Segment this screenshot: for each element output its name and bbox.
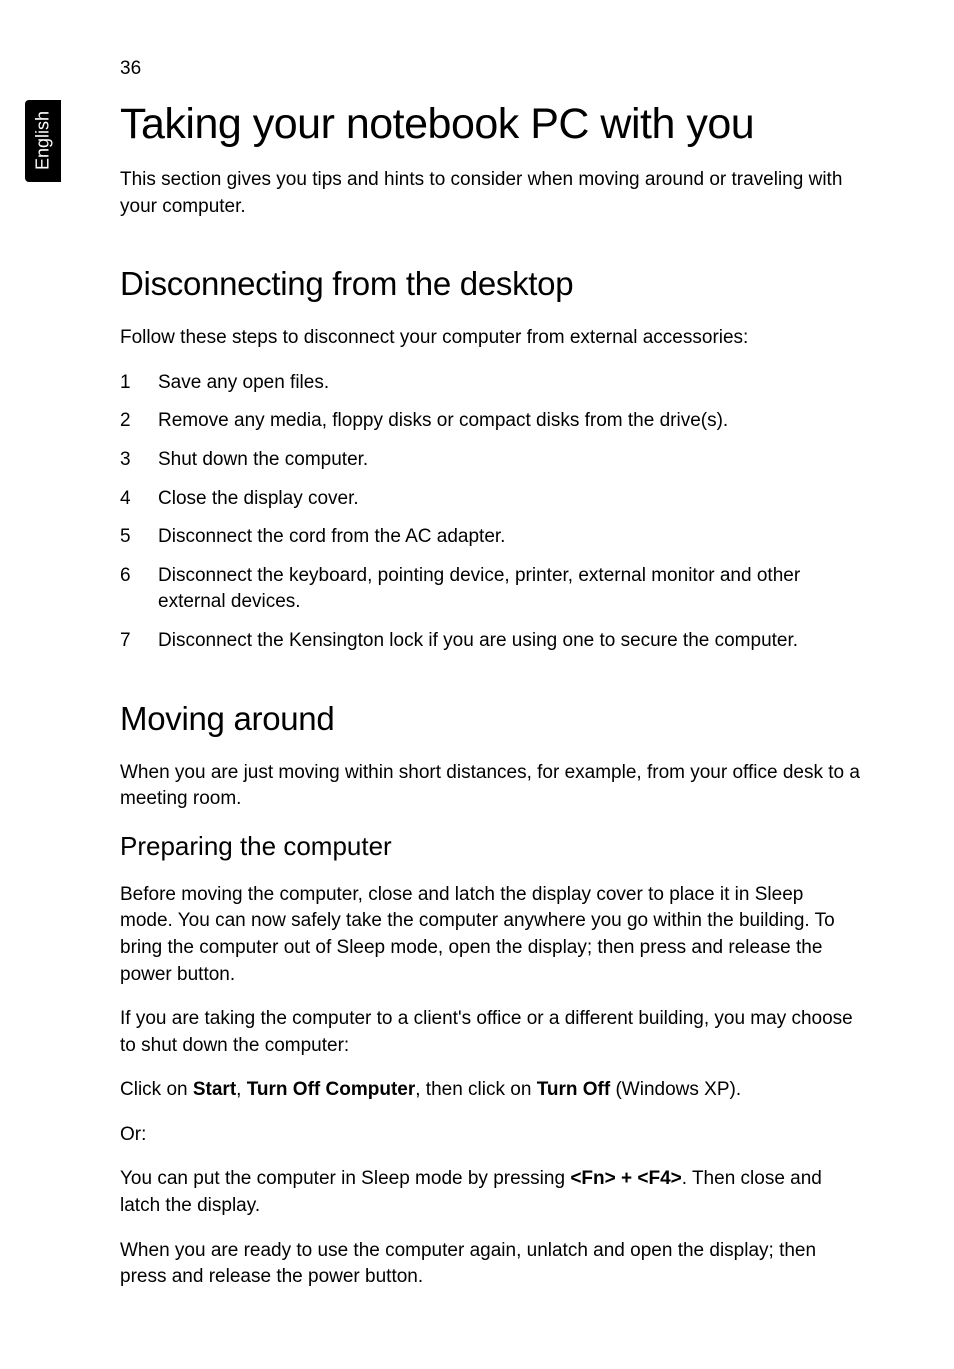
text-span: , then click on (415, 1079, 536, 1100)
subsection-preparing-heading: Preparing the computer (120, 831, 860, 862)
paragraph: If you are taking the computer to a clie… (120, 1006, 860, 1059)
text-span: (Windows XP). (610, 1079, 741, 1100)
text-span: , (236, 1079, 247, 1100)
language-tab: English (25, 100, 61, 182)
list-item: Shut down the computer. (120, 447, 860, 474)
paragraph-or: Or: (120, 1122, 860, 1149)
bold-turnoff: Turn Off (537, 1079, 611, 1100)
bold-start: Start (193, 1079, 236, 1100)
bold-fnf4: <Fn> + <F4> (570, 1168, 681, 1189)
section-moving-intro: When you are just moving within short di… (120, 760, 860, 813)
paragraph: Before moving the computer, close and la… (120, 882, 860, 988)
section-moving-heading: Moving around (120, 700, 860, 738)
bold-turnoffcomputer: Turn Off Computer (247, 1079, 416, 1100)
section-disconnecting-intro: Follow these steps to disconnect your co… (120, 325, 860, 352)
disconnect-steps-list: Save any open files. Remove any media, f… (120, 370, 860, 655)
list-item: Remove any media, floppy disks or compac… (120, 408, 860, 435)
list-item: Disconnect the Kensington lock if you ar… (120, 628, 860, 655)
text-span: Click on (120, 1079, 193, 1100)
text-span: You can put the computer in Sleep mode b… (120, 1168, 570, 1189)
list-item: Disconnect the cord from the AC adapter. (120, 524, 860, 551)
paragraph: When you are ready to use the computer a… (120, 1238, 860, 1291)
list-item: Close the display cover. (120, 486, 860, 513)
page-content: Taking your notebook PC with you This se… (120, 100, 860, 1309)
language-tab-label: English (33, 110, 54, 172)
page-title: Taking your notebook PC with you (120, 100, 860, 149)
paragraph-turnoff: Click on Start, Turn Off Computer, then … (120, 1077, 860, 1104)
intro-paragraph: This section gives you tips and hints to… (120, 167, 860, 220)
list-item: Save any open files. (120, 370, 860, 397)
page-number: 36 (120, 58, 141, 80)
section-disconnecting-heading: Disconnecting from the desktop (120, 265, 860, 303)
list-item: Disconnect the keyboard, pointing device… (120, 563, 860, 616)
paragraph-sleep: You can put the computer in Sleep mode b… (120, 1166, 860, 1219)
